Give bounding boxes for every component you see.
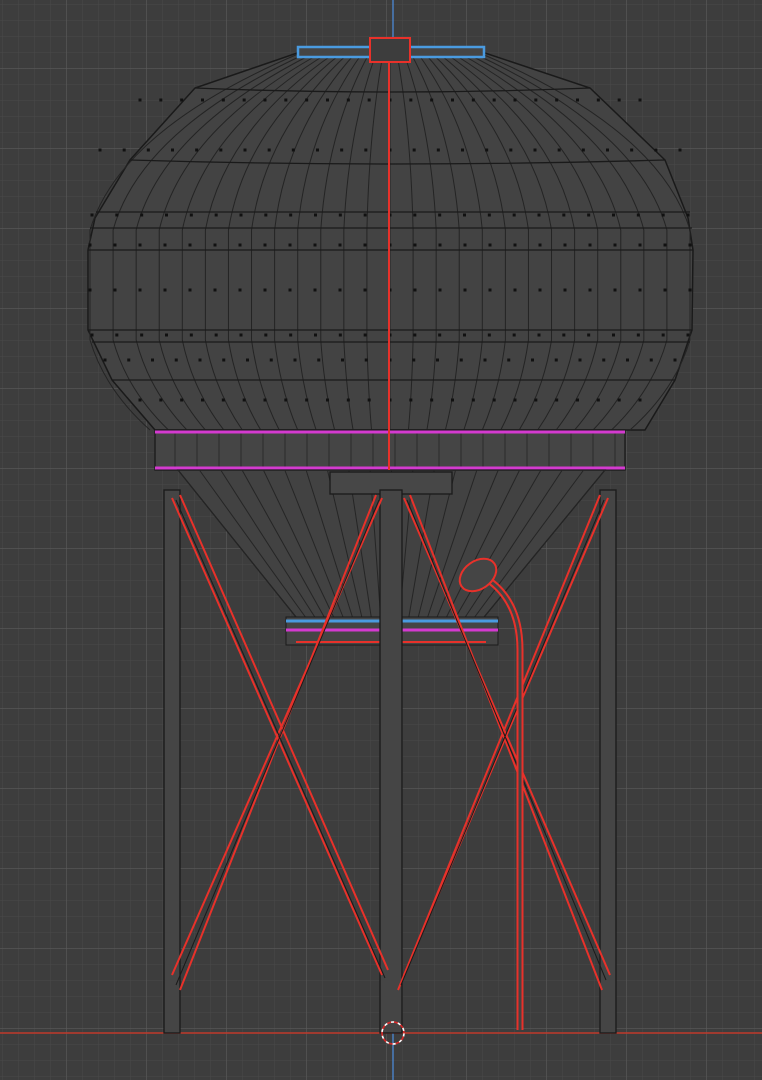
tank-band-wires — [174, 432, 616, 468]
leg-right — [599, 489, 617, 1034]
top-hatch — [369, 37, 411, 63]
leg-left — [163, 489, 181, 1034]
leg-center — [379, 489, 403, 1034]
wireframe-scene[interactable] — [0, 0, 762, 1080]
3d-viewport[interactable] — [0, 0, 762, 1080]
